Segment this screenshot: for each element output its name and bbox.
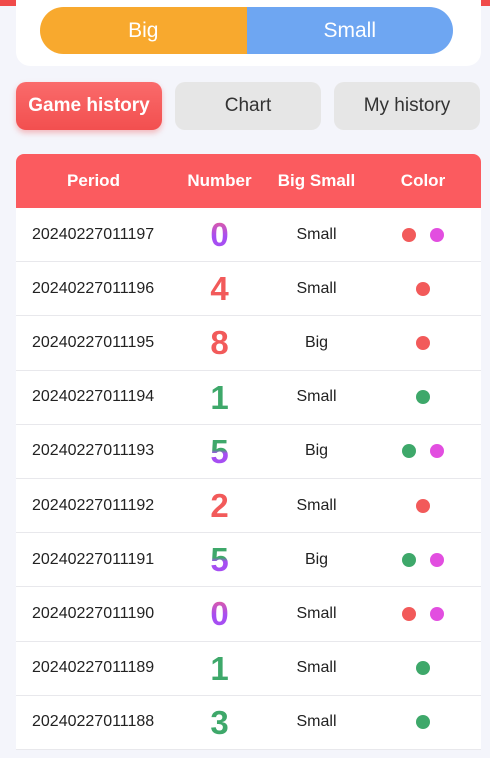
big-small-cell: Small bbox=[296, 604, 337, 622]
period-cell: 20240227011188 bbox=[32, 713, 155, 731]
number-cell: 0 bbox=[171, 597, 268, 630]
green-color-dot bbox=[402, 444, 416, 459]
number-cell: 1 bbox=[171, 652, 268, 685]
number-cell: 8 bbox=[171, 326, 268, 359]
big-small-cell: Small bbox=[296, 225, 337, 243]
table-row: 20240227011195 8 Big bbox=[16, 316, 481, 371]
color-dots bbox=[365, 390, 481, 405]
result-number: 3 bbox=[210, 703, 229, 741]
result-number: 0 bbox=[210, 216, 229, 254]
color-cell bbox=[365, 335, 481, 350]
result-number: 1 bbox=[210, 378, 229, 416]
color-cell bbox=[365, 227, 481, 242]
header-big-small: Big Small bbox=[277, 171, 356, 190]
big-small-toggle: Big Small bbox=[40, 7, 453, 54]
period-cell: 20240227011194 bbox=[32, 388, 155, 406]
table-row: 20240227011192 2 Small bbox=[16, 479, 481, 534]
color-cell bbox=[365, 281, 481, 296]
red-color-dot bbox=[416, 335, 430, 350]
number-cell: 5 bbox=[171, 435, 268, 468]
table-row: 20240227011191 5 Big bbox=[16, 533, 481, 588]
big-small-cell: Small bbox=[296, 713, 337, 731]
tab-game-history[interactable]: Game history bbox=[16, 82, 162, 130]
color-cell bbox=[365, 390, 481, 405]
header-period: Period bbox=[67, 171, 120, 190]
green-color-dot bbox=[416, 390, 430, 405]
green-color-dot bbox=[402, 552, 416, 567]
big-small-cell: Small bbox=[296, 496, 337, 514]
result-number: 0 bbox=[210, 595, 229, 633]
number-cell: 3 bbox=[171, 706, 268, 739]
period-cell: 20240227011196 bbox=[32, 279, 155, 297]
violet-color-dot bbox=[430, 227, 444, 242]
big-small-cell: Big bbox=[304, 550, 329, 568]
red-color-dot bbox=[416, 498, 430, 513]
period-cell: 20240227011197 bbox=[32, 225, 155, 243]
result-number: 2 bbox=[210, 487, 229, 525]
color-dots bbox=[365, 335, 481, 350]
violet-color-dot bbox=[430, 444, 444, 459]
color-dots bbox=[365, 715, 481, 730]
period-cell: 20240227011190 bbox=[32, 604, 155, 622]
header-color: Color bbox=[400, 171, 446, 190]
color-dots bbox=[365, 444, 481, 459]
table-row: 20240227011197 0 Small bbox=[16, 208, 481, 263]
big-small-card: Big Small bbox=[16, 0, 481, 66]
big-small-cell: Small bbox=[296, 659, 337, 677]
table-row: 20240227011194 1 Small bbox=[16, 371, 481, 425]
color-dots bbox=[365, 498, 481, 513]
period-cell: 20240227011189 bbox=[32, 659, 155, 677]
violet-color-dot bbox=[430, 606, 444, 621]
table-row: 20240227011190 0 Small bbox=[16, 587, 481, 642]
color-dots bbox=[365, 281, 481, 296]
period-cell: 20240227011191 bbox=[32, 550, 155, 568]
table-row: 20240227011189 1 Small bbox=[16, 642, 481, 696]
red-color-dot bbox=[402, 606, 416, 621]
result-number: 1 bbox=[210, 649, 229, 687]
big-small-cell: Small bbox=[296, 388, 337, 406]
color-dots bbox=[365, 661, 481, 676]
number-cell: 0 bbox=[171, 218, 268, 251]
result-number: 5 bbox=[210, 541, 229, 579]
red-color-dot bbox=[402, 227, 416, 242]
green-color-dot bbox=[416, 715, 430, 730]
big-small-cell: Big bbox=[304, 333, 329, 351]
table-row: 20240227011196 4 Small bbox=[16, 262, 481, 317]
result-number: 4 bbox=[210, 270, 229, 308]
number-cell: 5 bbox=[171, 543, 268, 576]
result-number: 5 bbox=[210, 432, 229, 470]
color-dots bbox=[365, 552, 481, 567]
period-cell: 20240227011195 bbox=[32, 333, 155, 351]
table-body: 20240227011197 0 Small 20240227011196 4 Small… bbox=[16, 208, 481, 750]
small-button[interactable]: Small bbox=[246, 7, 453, 54]
big-small-cell: Small bbox=[296, 279, 337, 297]
game-history-table: Period Number Big Small Color 2024022701… bbox=[16, 154, 481, 750]
header-number: Number bbox=[187, 171, 252, 190]
color-cell bbox=[365, 606, 481, 621]
color-cell bbox=[365, 552, 481, 567]
number-cell: 2 bbox=[171, 489, 268, 522]
big-button[interactable]: Big bbox=[40, 7, 247, 54]
number-cell: 1 bbox=[171, 381, 268, 414]
big-small-cell: Big bbox=[304, 442, 329, 460]
tab-chart[interactable]: Chart bbox=[175, 82, 321, 130]
history-tabs: Game history Chart My history bbox=[16, 82, 481, 130]
result-number: 8 bbox=[210, 324, 229, 362]
period-cell: 20240227011193 bbox=[32, 442, 155, 460]
tab-my-history[interactable]: My history bbox=[334, 82, 480, 130]
color-cell bbox=[365, 715, 481, 730]
green-color-dot bbox=[416, 661, 430, 676]
period-cell: 20240227011192 bbox=[32, 496, 155, 514]
red-color-dot bbox=[416, 281, 430, 296]
color-cell bbox=[365, 444, 481, 459]
color-cell bbox=[365, 661, 481, 676]
table-header: Period Number Big Small Color bbox=[16, 154, 481, 208]
table-row: 20240227011193 5 Big bbox=[16, 425, 481, 479]
table-row: 20240227011188 3 Small bbox=[16, 696, 481, 750]
color-dots bbox=[365, 227, 481, 242]
color-cell bbox=[365, 498, 481, 513]
violet-color-dot bbox=[430, 552, 444, 567]
number-cell: 4 bbox=[171, 272, 268, 305]
color-dots bbox=[365, 606, 481, 621]
